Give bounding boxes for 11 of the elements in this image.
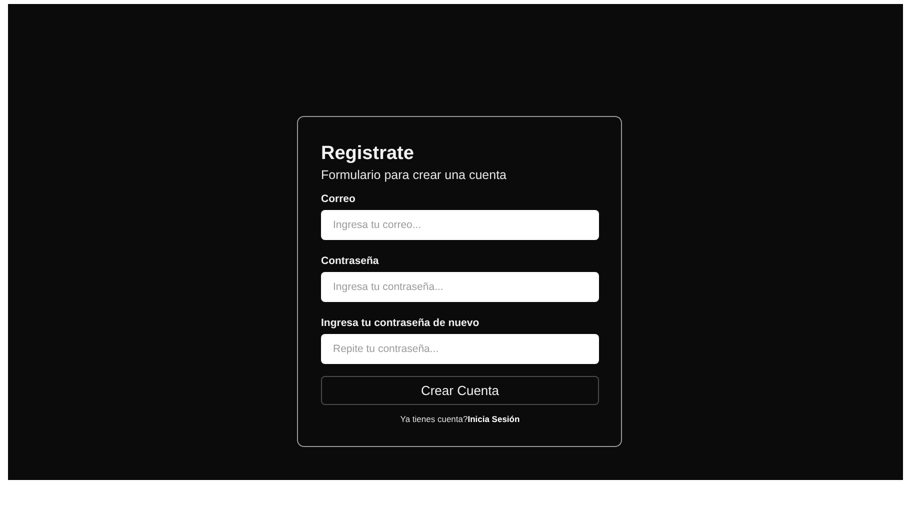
login-link[interactable]: Inicia Sesión: [468, 414, 520, 424]
form-subtitle: Formulario para crear una cuenta: [321, 168, 508, 182]
input-field[interactable]: Ingresa tu correo...: [321, 210, 599, 240]
field-label: Correo: [321, 193, 356, 205]
create-account-button[interactable]: Crear Cuenta: [321, 376, 599, 405]
input-field[interactable]: Repite tu contraseña...: [321, 334, 599, 364]
form-title: Registrate: [321, 143, 415, 165]
login-prompt: Ya tienes cuenta?Inicia Sesión: [399, 414, 521, 424]
field-label: Contraseña: [321, 255, 380, 267]
field-label: Ingresa tu contraseña de nuevo: [321, 317, 480, 329]
input-field[interactable]: Ingresa tu contraseña...: [321, 272, 599, 302]
